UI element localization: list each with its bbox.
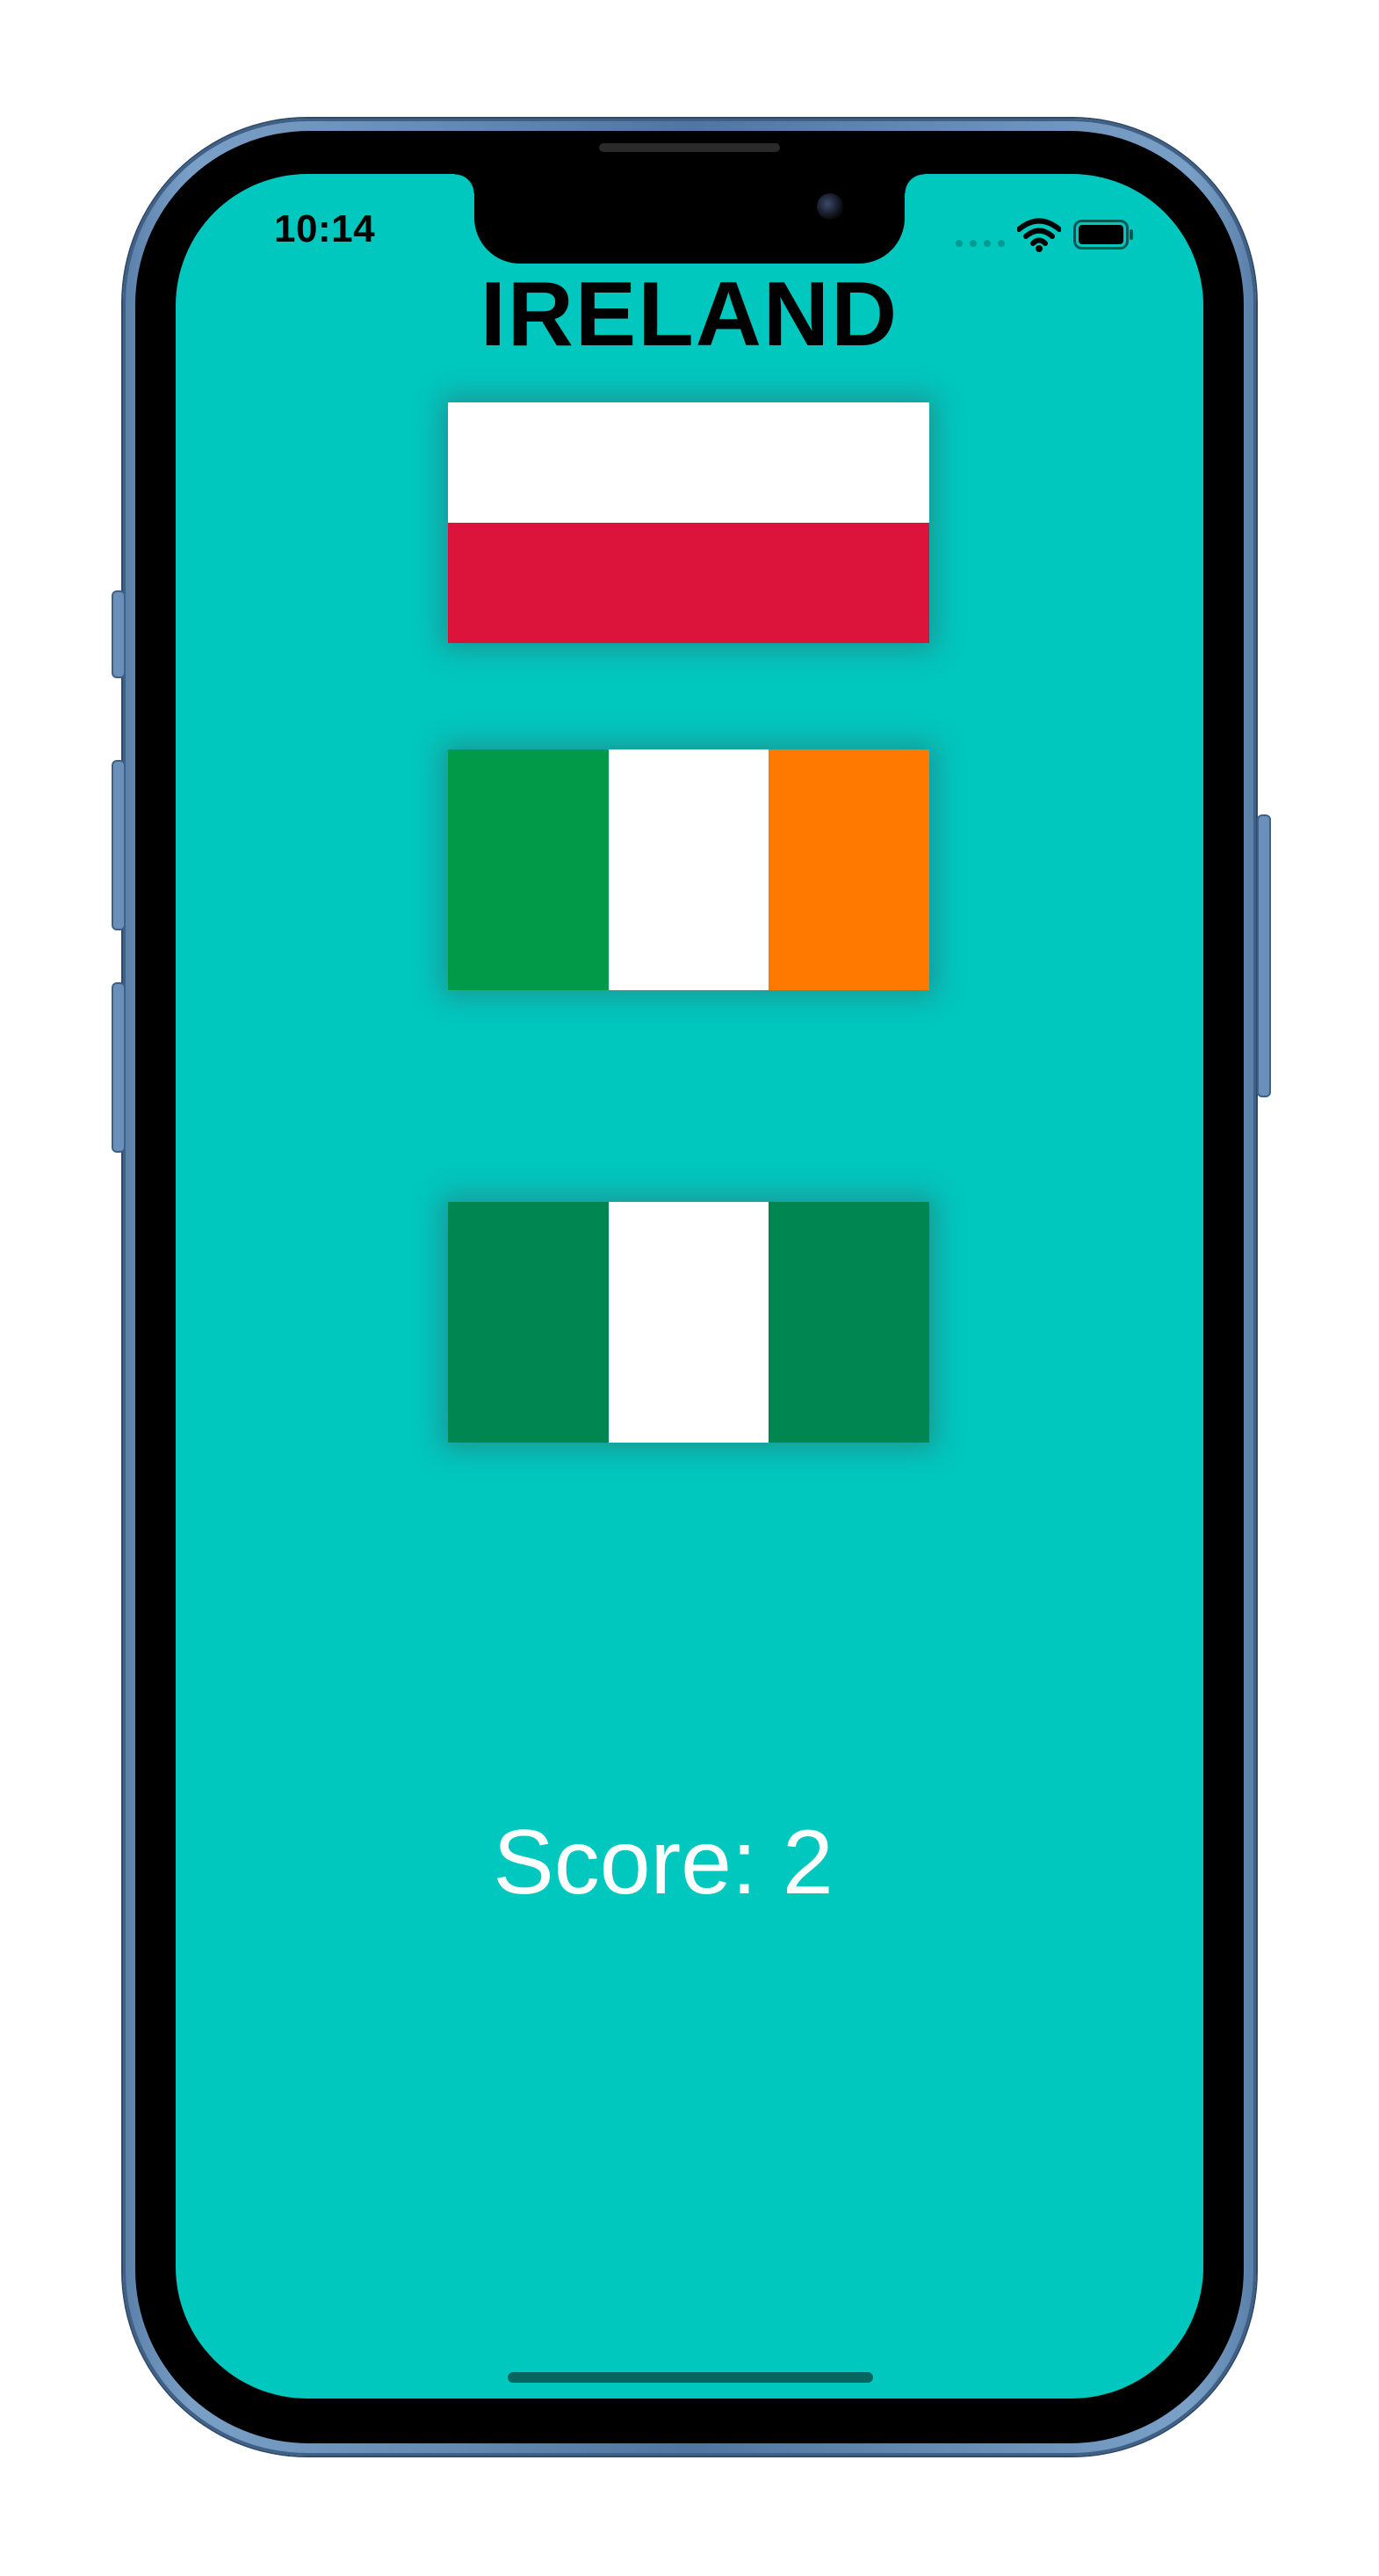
camera-icon bbox=[817, 193, 843, 220]
power-button bbox=[1257, 814, 1271, 1097]
status-time: 10:14 bbox=[274, 207, 376, 250]
earpiece-speaker bbox=[599, 143, 780, 152]
flag-stripe bbox=[448, 1202, 609, 1443]
app-screen: 10:14 IRELAND Score: 2 bbox=[176, 174, 1203, 2399]
score-label: Score: 2 bbox=[493, 1812, 834, 1914]
flag-button-ireland[interactable] bbox=[448, 749, 930, 990]
flag-stripe bbox=[608, 749, 769, 990]
flag-button-poland[interactable] bbox=[448, 402, 929, 643]
volume-down-button bbox=[112, 982, 126, 1153]
volume-up-button bbox=[112, 760, 126, 930]
notch bbox=[455, 174, 924, 264]
home-indicator[interactable] bbox=[508, 2372, 873, 2383]
cellular-signal-icon bbox=[956, 240, 1005, 247]
silent-switch bbox=[112, 590, 126, 678]
flag-stripe bbox=[608, 1202, 769, 1443]
flag-stripe bbox=[448, 749, 609, 990]
flag-stripe bbox=[769, 1202, 930, 1443]
flag-button-nigeria[interactable] bbox=[448, 1202, 930, 1443]
flag-stripe bbox=[448, 523, 929, 643]
flag-stripe bbox=[448, 402, 929, 523]
battery-icon bbox=[1073, 220, 1133, 250]
wifi-icon bbox=[1017, 218, 1061, 252]
country-title: IRELAND bbox=[480, 264, 899, 365]
flag-stripe bbox=[769, 749, 930, 990]
